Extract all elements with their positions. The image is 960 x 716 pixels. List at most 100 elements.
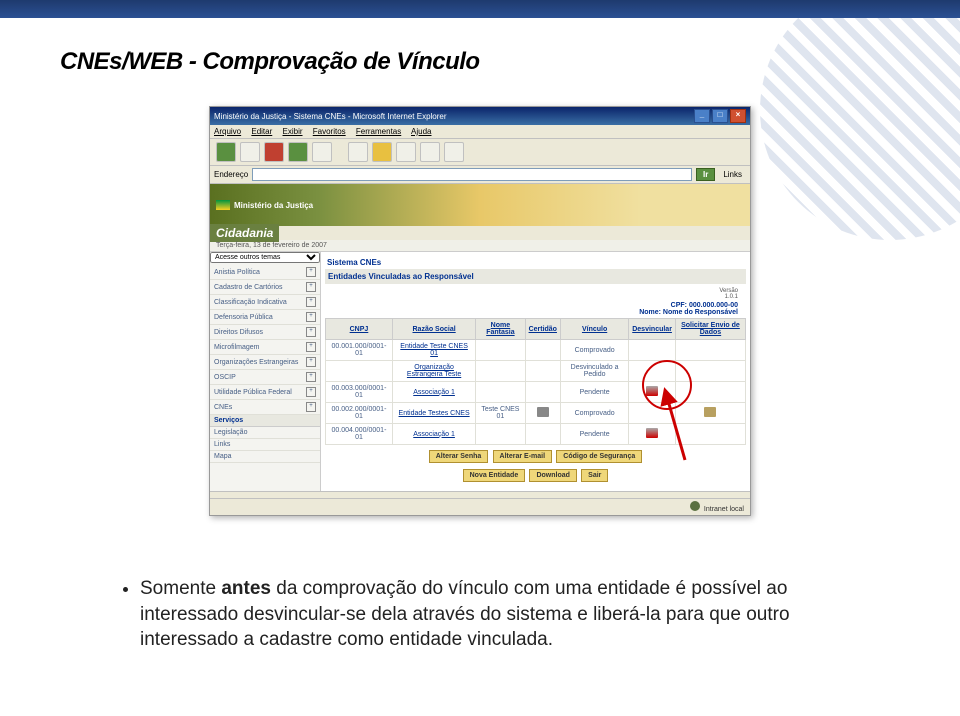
menu-ferramentas[interactable]: Ferramentas xyxy=(356,127,401,136)
name-label: Nome: Nome do Responsável xyxy=(333,309,738,316)
slide-topbar xyxy=(0,0,960,18)
sidebar: Acesse outros temas Anistia Política+ Ca… xyxy=(210,252,321,491)
sidebar-item: Utilidade Pública Federal+ xyxy=(210,385,320,400)
refresh-icon[interactable] xyxy=(288,142,308,162)
table-cell: Pendente xyxy=(560,424,628,445)
page-subtitle: Entidades Vinculadas ao Responsável xyxy=(325,269,746,284)
table-cell: Associação 1 xyxy=(392,382,475,403)
plus-icon[interactable]: + xyxy=(306,327,316,337)
back-icon[interactable] xyxy=(216,142,236,162)
plus-icon[interactable]: + xyxy=(306,312,316,322)
btn-download[interactable]: Download xyxy=(529,469,576,482)
col-vinculo[interactable]: Vínculo xyxy=(560,319,628,340)
razao-link[interactable]: Associação 1 xyxy=(413,431,455,438)
razao-link[interactable]: Entidade Teste CNES 01 xyxy=(400,343,468,357)
table-cell: 00.001.000/0001-01 xyxy=(326,340,393,361)
forward-icon[interactable] xyxy=(240,142,260,162)
menu-exibir[interactable]: Exibir xyxy=(283,127,303,136)
table-cell: Organização Estrangeira Teste xyxy=(392,361,475,382)
address-label: Endereço xyxy=(214,170,248,179)
browser-window: Ministério da Justiça - Sistema CNEs - M… xyxy=(209,106,751,516)
col-razao[interactable]: Razão Social xyxy=(392,319,475,340)
slide-title: CNEs/WEB - Comprovação de Vínculo xyxy=(0,18,960,86)
banner-section: Cidadania xyxy=(210,224,279,242)
sidebar-item: Links xyxy=(210,439,320,451)
stop-icon[interactable] xyxy=(264,142,284,162)
table-cell xyxy=(675,424,745,445)
menu-arquivo[interactable]: Arquivo xyxy=(214,127,241,136)
menu-editar[interactable]: Editar xyxy=(251,127,272,136)
table-cell xyxy=(525,403,560,424)
col-certidao[interactable]: Certidão xyxy=(525,319,560,340)
print-icon[interactable] xyxy=(537,407,549,417)
table-cell: Comprovado xyxy=(560,340,628,361)
table-cell: Desvinculado a Pedido xyxy=(560,361,628,382)
plus-icon[interactable]: + xyxy=(306,267,316,277)
btn-alterar-email[interactable]: Alterar E-mail xyxy=(493,450,553,463)
maximize-icon[interactable]: □ xyxy=(712,109,728,123)
table-cell: Entidade Teste CNES 01 xyxy=(392,340,475,361)
plus-icon[interactable]: + xyxy=(306,357,316,367)
print-icon[interactable] xyxy=(444,142,464,162)
unlink-icon[interactable] xyxy=(646,386,658,396)
action-buttons-row1: Alterar Senha Alterar E-mail Código de S… xyxy=(325,445,746,468)
plus-icon[interactable]: + xyxy=(306,372,316,382)
sidebar-item: Direitos Difusos+ xyxy=(210,325,320,340)
mail-icon[interactable] xyxy=(420,142,440,162)
razao-link[interactable]: Entidade Testes CNES xyxy=(399,410,470,417)
unlink-icon[interactable] xyxy=(646,428,658,438)
envelope-icon[interactable] xyxy=(704,407,716,417)
col-fantasia[interactable]: Nome Fantasia xyxy=(476,319,525,340)
history-icon[interactable] xyxy=(396,142,416,162)
close-icon[interactable]: × xyxy=(730,109,746,123)
table-cell: 00.004.000/0001-01 xyxy=(326,424,393,445)
favorites-icon[interactable] xyxy=(372,142,392,162)
col-cnpj[interactable]: CNPJ xyxy=(326,319,393,340)
address-input[interactable] xyxy=(252,168,692,181)
plus-icon[interactable]: + xyxy=(306,282,316,292)
table-cell: Entidade Testes CNES xyxy=(392,403,475,424)
table-cell xyxy=(629,424,676,445)
table-cell xyxy=(476,340,525,361)
table-cell: Comprovado xyxy=(560,403,628,424)
cpf-label: CPF: 000.000.000-00 xyxy=(333,302,738,309)
go-button[interactable]: Ir xyxy=(696,168,715,181)
razao-link[interactable]: Organização Estrangeira Teste xyxy=(407,364,461,378)
plus-icon[interactable]: + xyxy=(306,402,316,412)
razao-link[interactable]: Associação 1 xyxy=(413,389,455,396)
col-solicitar[interactable]: Solicitar Envio de Dados xyxy=(675,319,745,340)
window-title: Ministério da Justiça - Sistema CNEs - M… xyxy=(214,112,447,121)
plus-icon[interactable]: + xyxy=(306,342,316,352)
home-icon[interactable] xyxy=(312,142,332,162)
btn-alterar-senha[interactable]: Alterar Senha xyxy=(429,450,489,463)
table-row: 00.001.000/0001-01 Entidade Teste CNES 01… xyxy=(326,340,746,361)
menu-ajuda[interactable]: Ajuda xyxy=(411,127,431,136)
plus-icon[interactable]: + xyxy=(306,297,316,307)
btn-nova-entidade[interactable]: Nova Entidade xyxy=(463,469,526,482)
menu-favoritos[interactable]: Favoritos xyxy=(313,127,346,136)
sidebar-item: Anistia Política+ xyxy=(210,265,320,280)
col-desvincular[interactable]: Desvincular xyxy=(629,319,676,340)
sidebar-item: Classificação Indicativa+ xyxy=(210,295,320,310)
system-title: Sistema CNEs xyxy=(325,256,746,269)
version-label: Versão1.0.1 xyxy=(325,288,746,300)
table-cell xyxy=(525,382,560,403)
table-cell xyxy=(525,340,560,361)
table-row: 00.004.000/0001-01 Associação 1 Pendente xyxy=(326,424,746,445)
table-cell xyxy=(476,382,525,403)
search-icon[interactable] xyxy=(348,142,368,162)
plus-icon[interactable]: + xyxy=(306,387,316,397)
btn-sair[interactable]: Sair xyxy=(581,469,608,482)
sidebar-item: Organizações Estrangeiras+ xyxy=(210,355,320,370)
table-cell xyxy=(675,382,745,403)
minimize-icon[interactable]: _ xyxy=(694,109,710,123)
window-titlebar: Ministério da Justiça - Sistema CNEs - M… xyxy=(210,107,750,125)
sidebar-item: Mapa xyxy=(210,451,320,463)
address-bar: Endereço Ir Links xyxy=(210,166,750,184)
browser-menubar[interactable]: Arquivo Editar Exibir Favoritos Ferramen… xyxy=(210,125,750,139)
sidebar-services-header: Serviços xyxy=(210,415,320,427)
table-cell: 00.003.000/0001-01 xyxy=(326,382,393,403)
action-buttons-row2: Nova Entidade Download Sair xyxy=(325,468,746,487)
btn-codigo-seguranca[interactable]: Código de Segurança xyxy=(556,450,642,463)
theme-select[interactable]: Acesse outros temas xyxy=(210,252,320,263)
